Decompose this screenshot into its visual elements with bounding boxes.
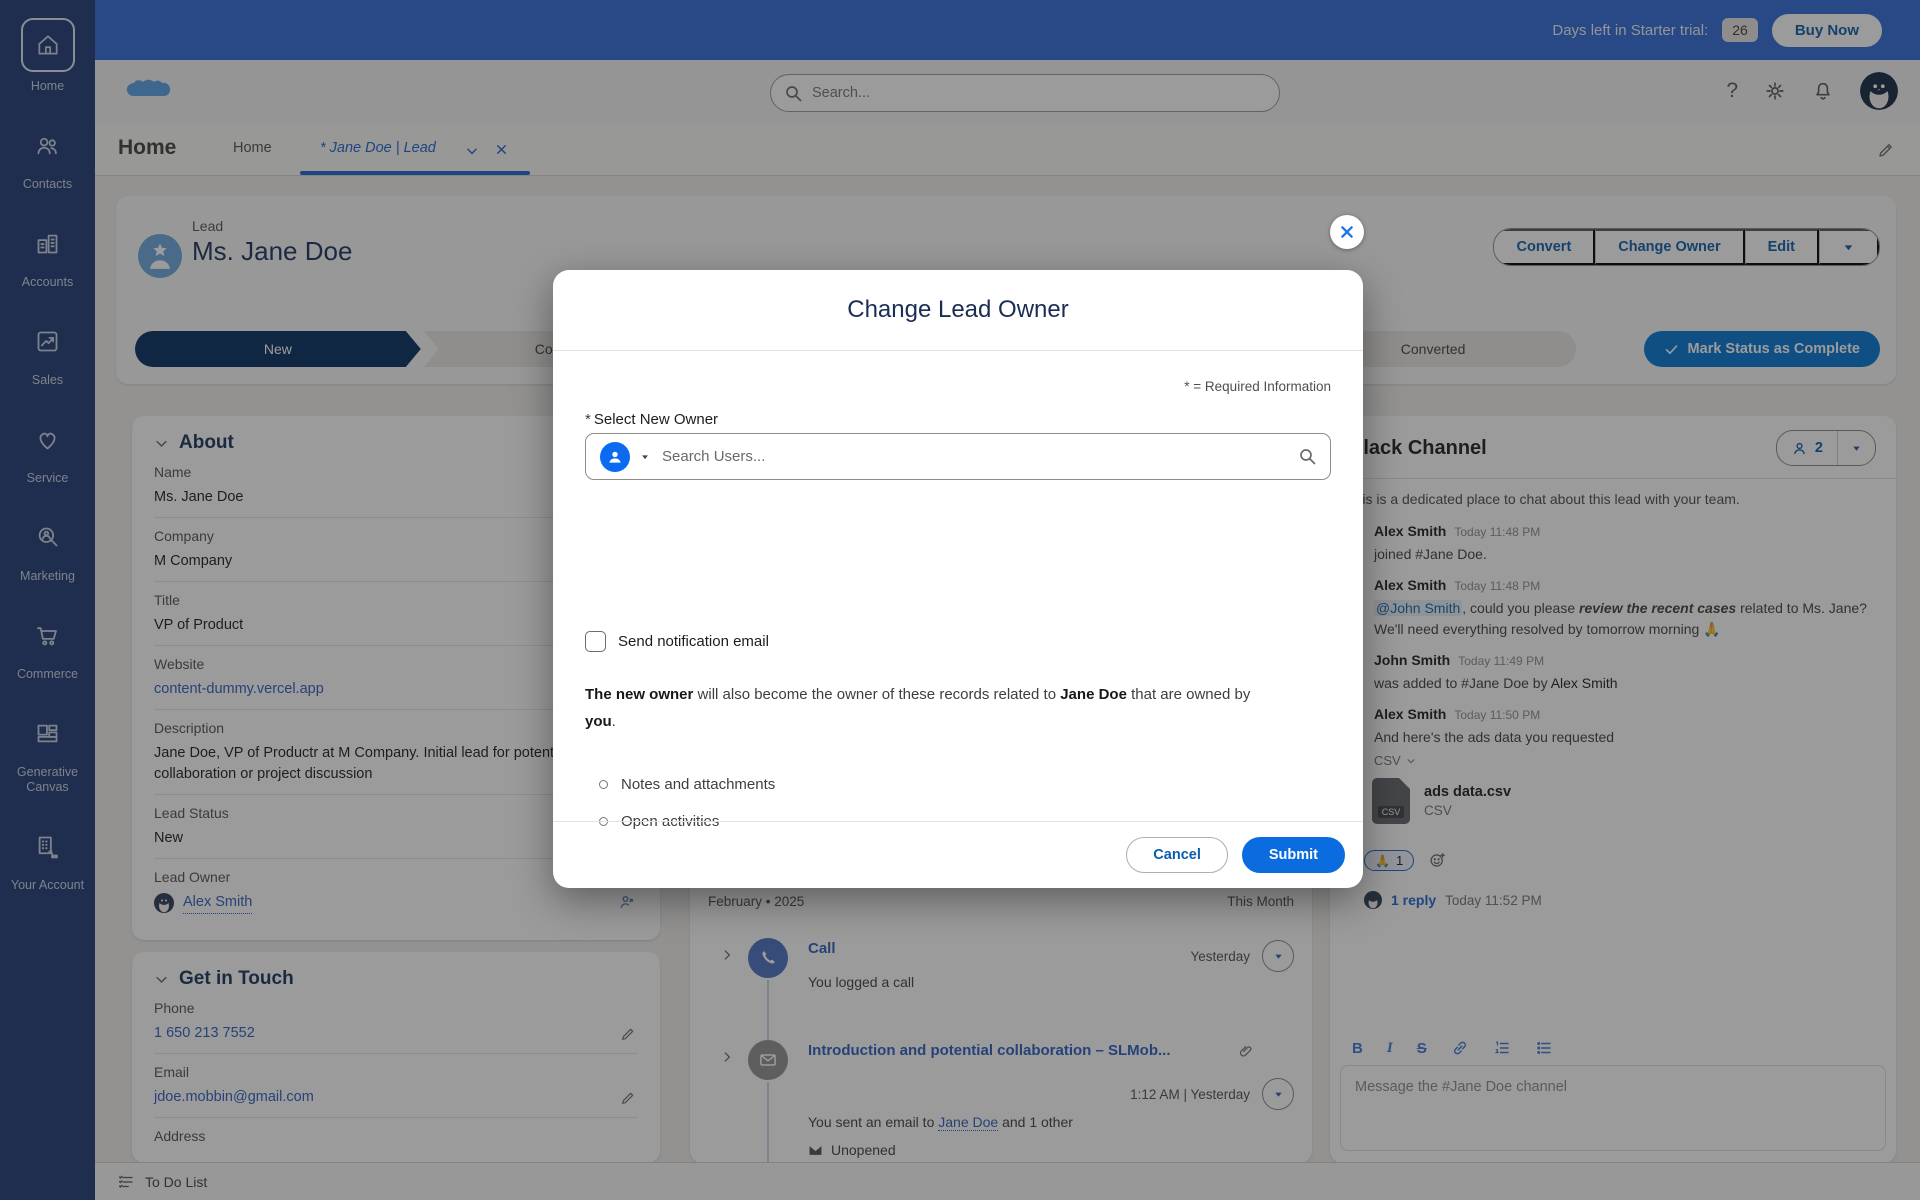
search-icon [1299,448,1316,465]
required-info-note: * = Required Information [1184,379,1331,394]
submit-button[interactable]: Submit [1242,837,1345,873]
select-new-owner-label: *Select New Owner [585,411,718,428]
send-notification-checkbox[interactable] [585,631,606,652]
send-notification-label: Send notification email [618,633,769,650]
close-icon [1339,224,1355,240]
combobox-dropdown-icon[interactable] [640,452,650,462]
owner-search-input[interactable] [660,447,1289,466]
modal-close-button[interactable] [1330,215,1364,249]
modal-title: Change Lead Owner [553,270,1363,351]
cancel-button[interactable]: Cancel [1126,837,1228,873]
bullet-notes-attachments: Notes and attachments [599,776,775,793]
ownership-note: The new owner will also become the owner… [585,681,1285,735]
change-lead-owner-modal: Change Lead Owner * = Required Informati… [553,270,1363,888]
user-avatar-icon [600,442,630,472]
owner-search-combobox[interactable] [585,433,1331,480]
